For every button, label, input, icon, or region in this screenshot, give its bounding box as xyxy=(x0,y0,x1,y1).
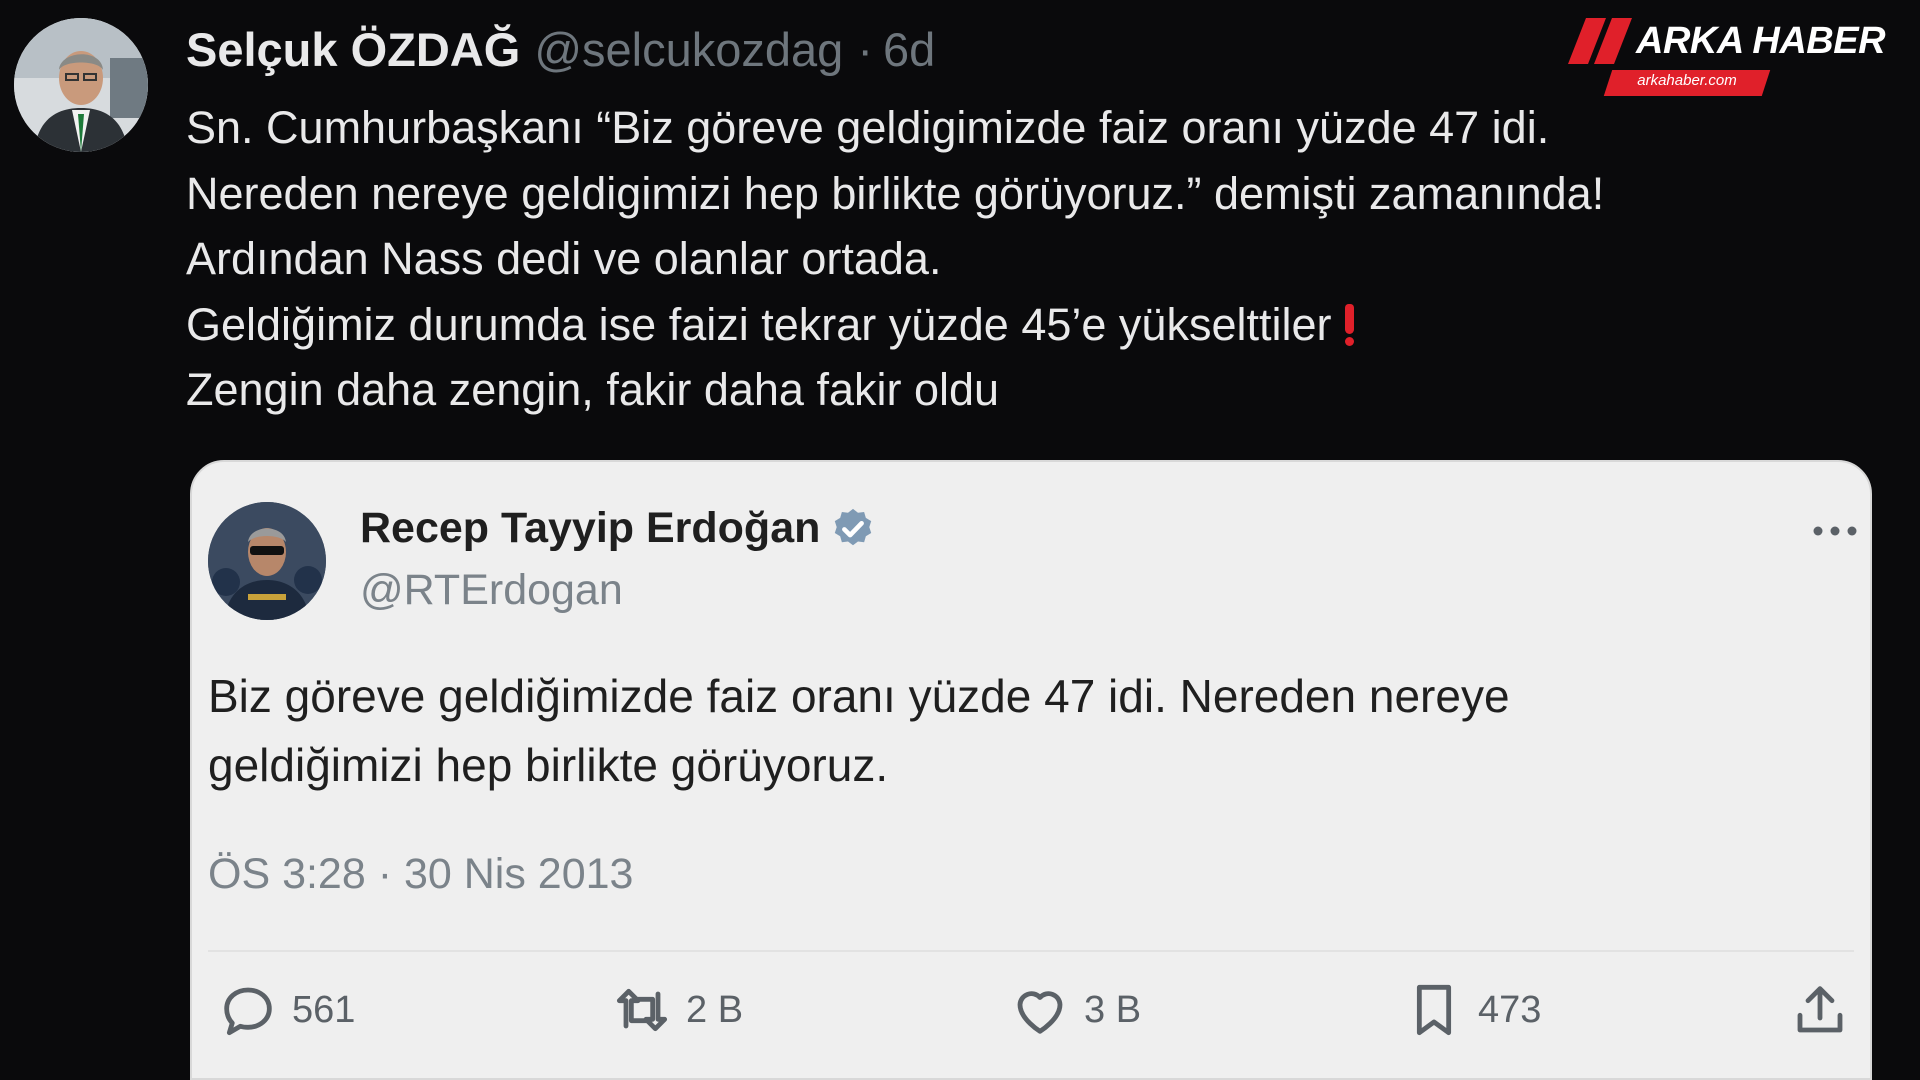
brand-title: ARKA HABER xyxy=(1636,20,1886,62)
card-divider xyxy=(208,950,1854,952)
arkahaber-watermark: ARKA HABER arkahaber.com xyxy=(1562,14,1892,100)
quoted-tweet-text: Biz göreve geldiğimizde faiz oranı yüzde… xyxy=(208,662,1848,800)
heart-icon xyxy=(1017,991,1063,1034)
outer-author-handle[interactable]: @selcukozdag xyxy=(534,22,843,77)
more-options-icon[interactable] xyxy=(1812,524,1858,538)
outer-text-line: Ardından Nass dedi ve olanlar ortada. xyxy=(186,233,942,284)
brand-stripes-icon xyxy=(1568,18,1632,64)
outer-text-line: Sn. Cumhurbaşkanı “Biz göreve geldigimiz… xyxy=(186,102,1550,153)
like-count: 3 B xyxy=(1084,988,1142,1031)
outer-text-line-with-emoji: Geldiğimiz durumda ise faizi tekrar yüzd… xyxy=(186,292,1846,358)
outer-tweet-age[interactable]: 6d xyxy=(883,22,935,77)
outer-tweet-text: Sn. Cumhurbaşkanı “Biz göreve geldigimiz… xyxy=(186,95,1846,423)
outer-author-name[interactable]: Selçuk ÖZDAĞ xyxy=(186,22,520,77)
screenshot-stage: Selçuk ÖZDAĞ @selcukozdag · 6d Sn. Cumhu… xyxy=(0,0,1920,1080)
tweet-actions-bar: 561 2 B 3 B 473 xyxy=(192,970,1870,1050)
outer-tweet-header: Selçuk ÖZDAĞ @selcukozdag · 6d xyxy=(186,22,935,82)
reply-icon xyxy=(224,987,272,1036)
quoted-text-line: geldiğimizi hep birlikte görüyoruz. xyxy=(208,739,889,791)
header-separator: · xyxy=(857,23,873,76)
verified-badge-icon xyxy=(835,508,872,545)
red-exclamation-icon xyxy=(1345,303,1355,346)
quoted-text-line: Biz göreve geldiğimizde faiz oranı yüzde… xyxy=(208,670,1510,722)
quoted-author-row: Recep Tayyip Erdoğan xyxy=(360,504,876,553)
outer-text-line: Nereden nereye geldigimizi hep birlikte … xyxy=(186,167,1605,219)
outer-author-avatar[interactable] xyxy=(14,18,148,152)
quoted-author-avatar[interactable] xyxy=(208,502,326,620)
brand-url: arkahaber.com xyxy=(1637,72,1737,89)
quoted-tweet-card[interactable]: Recep Tayyip Erdoğan @RTErdogan Biz göre… xyxy=(190,460,1872,1080)
quoted-tweet-timestamp[interactable]: ÖS 3:28 · 30 Nis 2013 xyxy=(208,850,633,899)
quoted-author-handle[interactable]: @RTErdogan xyxy=(360,566,623,615)
reply-count: 561 xyxy=(292,988,356,1031)
share-icon xyxy=(1797,986,1843,1033)
bookmark-icon xyxy=(1416,984,1452,1036)
share-button[interactable] xyxy=(1788,970,1852,1050)
like-button[interactable]: 3 B xyxy=(1008,970,1141,1050)
outer-text-line: Zengin daha zengin, fakir daha fakir old… xyxy=(186,364,1000,415)
bookmark-button[interactable]: 473 xyxy=(1402,970,1541,1050)
retweet-button[interactable]: 2 B xyxy=(610,970,743,1050)
reply-button[interactable]: 561 xyxy=(216,970,355,1050)
outer-text-line: Geldiğimiz durumda ise faizi tekrar yüzd… xyxy=(186,298,1332,350)
bookmark-count: 473 xyxy=(1478,988,1542,1031)
retweet-icon xyxy=(616,988,668,1032)
retweet-count: 2 B xyxy=(686,988,744,1031)
quoted-author-name[interactable]: Recep Tayyip Erdoğan xyxy=(360,504,820,553)
